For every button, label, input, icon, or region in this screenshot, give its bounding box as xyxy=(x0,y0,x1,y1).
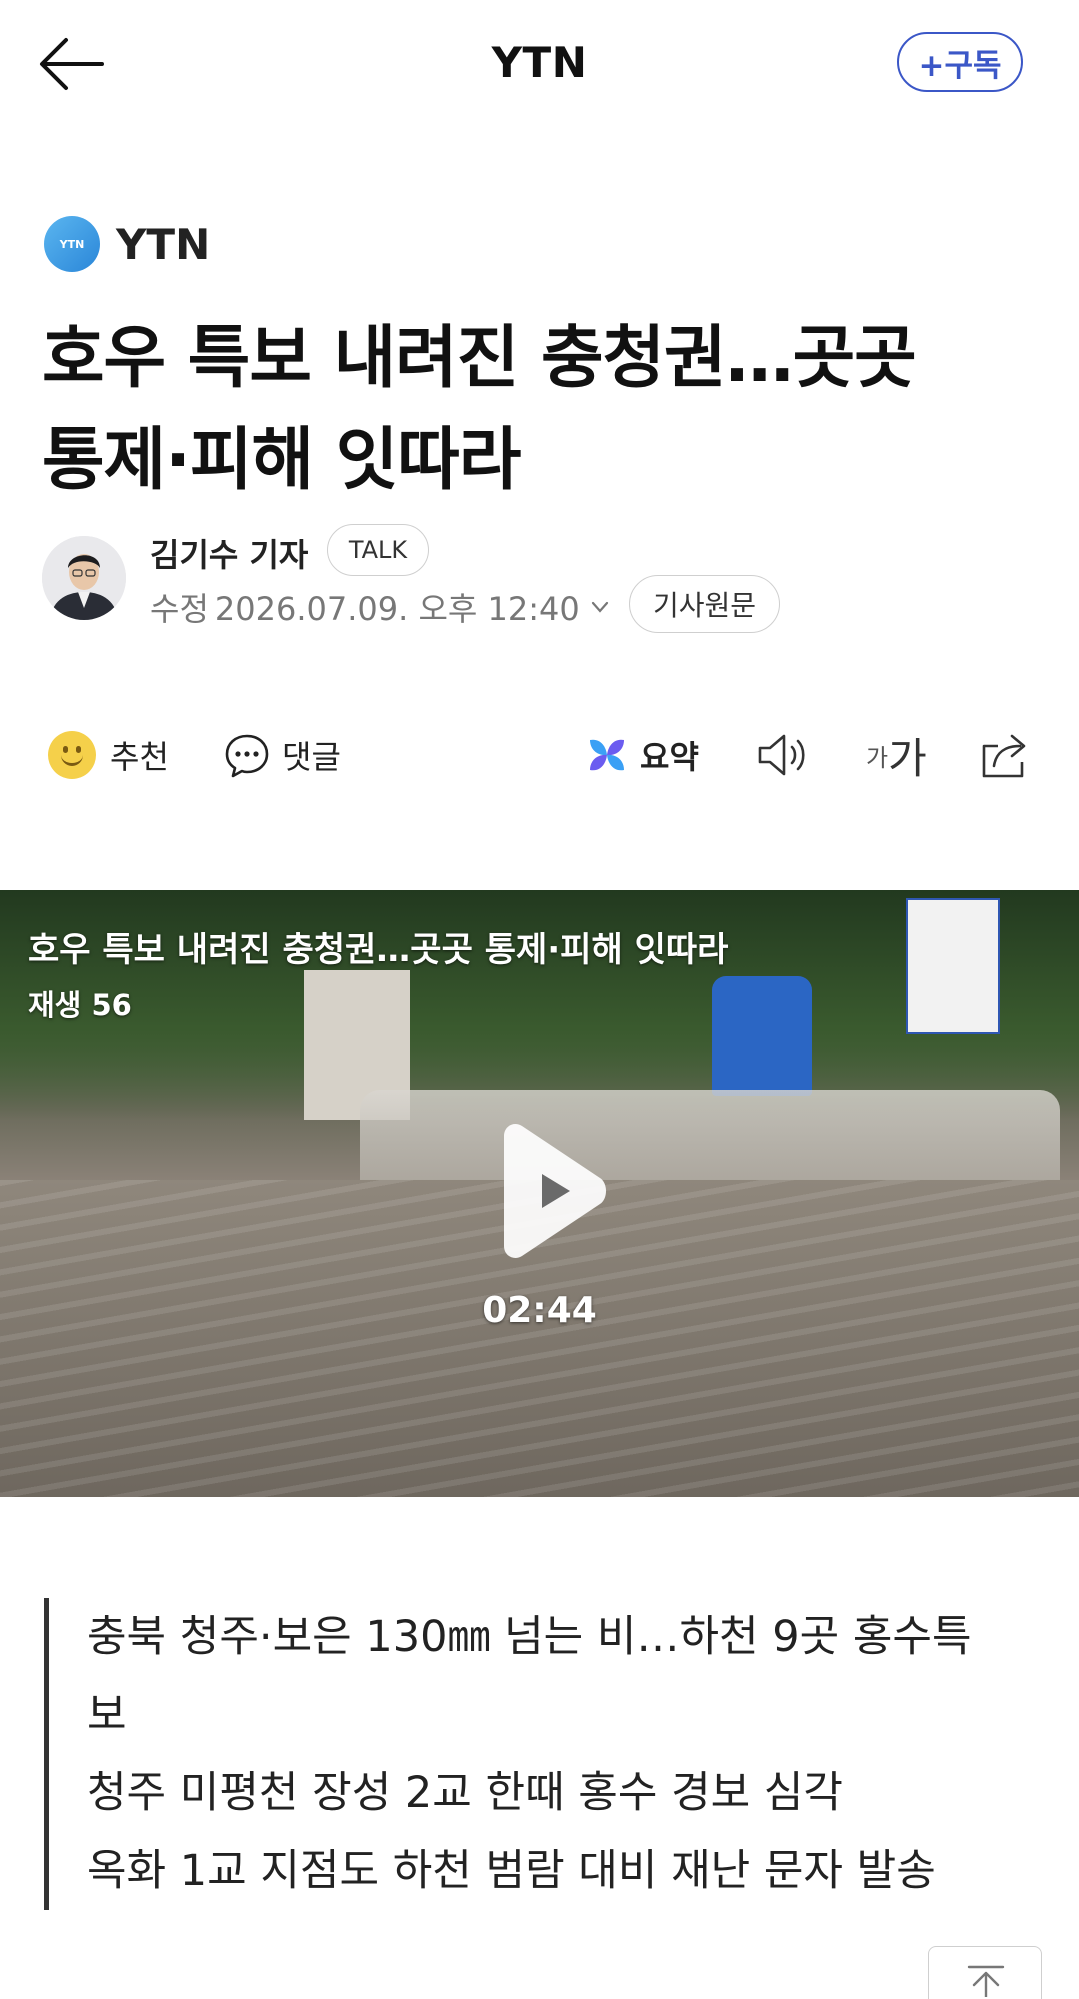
recommend-label: 추천 xyxy=(110,738,169,776)
speech-bubble-icon xyxy=(225,734,269,778)
summary-line: 청주 미평천 장성 2교 한때 홍수 경보 심각 xyxy=(87,1768,843,1818)
play-icon[interactable] xyxy=(486,1122,610,1260)
chevron-down-icon xyxy=(591,601,608,613)
tts-button[interactable] xyxy=(756,720,812,790)
share-icon xyxy=(982,734,1026,778)
speaker-icon xyxy=(758,734,805,776)
press-name: YTN xyxy=(116,219,211,269)
summary-line: 충북 청주·보은 130㎜ 넘는 비…하천 9곳 홍수특 xyxy=(87,1612,972,1662)
modified-time-toggle[interactable]: 수정 2026.07.09. 오후 12:40 xyxy=(150,584,610,630)
author-avatar[interactable] xyxy=(42,536,126,620)
headline-line-2: 통제·피해 잇따라 xyxy=(42,421,521,500)
modified-label: 수정 xyxy=(150,590,209,628)
summary-line: 보 xyxy=(87,1690,127,1740)
article-action-bar: 추천 댓글 요약 가 가 xyxy=(0,720,1079,790)
font-big-label: 가 xyxy=(888,733,927,783)
scroll-top-button[interactable] xyxy=(928,1946,1042,1999)
summary-label: 요약 xyxy=(640,738,699,776)
recommend-button[interactable]: 추천 xyxy=(48,720,169,790)
author-name[interactable]: 김기수 기자 xyxy=(150,530,308,576)
video-duration: 02:44 xyxy=(482,1290,597,1331)
comment-label: 댓글 xyxy=(282,738,341,776)
font-size-button[interactable]: 가 가 xyxy=(866,720,927,790)
font-small-label: 가 xyxy=(866,743,889,772)
summary-line: 옥화 1교 지점도 하천 범람 대비 재난 문자 발송 xyxy=(87,1846,936,1896)
subscribe-button[interactable]: +구독 xyxy=(897,32,1023,92)
video-view-count: 재생 56 xyxy=(28,988,132,1022)
press-info[interactable]: YTN YTN xyxy=(44,215,210,273)
article-headline: 호우 특보 내려진 충청권…곳곳 통제·피해 잇따라 xyxy=(42,308,1042,512)
original-article-button[interactable]: 기사원문 xyxy=(629,575,780,633)
arrow-up-icon xyxy=(967,1965,1005,1999)
modified-time: 2026.07.09. 오후 12:40 xyxy=(214,590,580,628)
video-player[interactable]: 호우 특보 내려진 충청권…곳곳 통제·피해 잇따라 재생 56 02:44 xyxy=(0,890,1079,1497)
top-bar: YTN +구독 xyxy=(0,0,1079,130)
ai-summary-icon xyxy=(590,739,624,771)
share-button[interactable] xyxy=(976,720,1032,790)
summary-button[interactable]: 요약 xyxy=(586,720,699,790)
press-logo: YTN xyxy=(44,216,100,272)
talk-button[interactable]: TALK xyxy=(327,524,429,576)
smile-icon xyxy=(48,731,96,779)
article-summary: 충북 청주·보은 130㎜ 넘는 비…하천 9곳 홍수특 보 청주 미평천 장성… xyxy=(44,1598,1024,1910)
comment-button[interactable]: 댓글 xyxy=(222,720,341,790)
headline-line-1: 호우 특보 내려진 충청권…곳곳 xyxy=(42,319,917,398)
video-title: 호우 특보 내려진 충청권…곳곳 통제·피해 잇따라 xyxy=(28,930,729,970)
